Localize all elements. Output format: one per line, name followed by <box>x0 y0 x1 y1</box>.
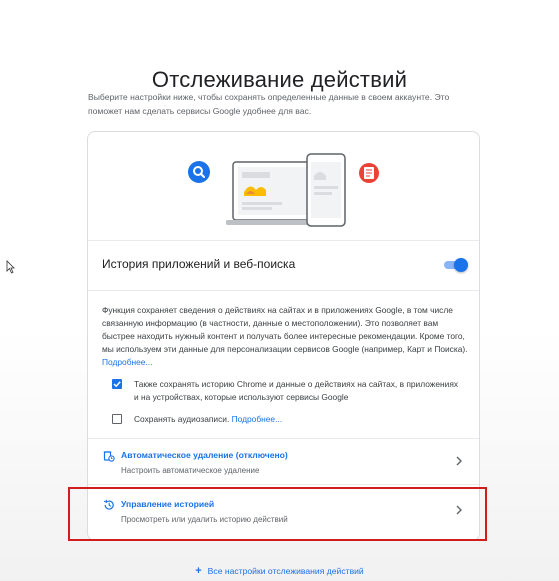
audio-more-link[interactable]: Подробнее... <box>232 414 282 424</box>
page-title: Отслеживание действий <box>151 66 408 92</box>
chrome-history-checkbox[interactable] <box>112 379 122 389</box>
activity-description-text: Функция сохраняет сведения о действиях н… <box>102 305 468 354</box>
auto-delete-icon <box>103 451 115 462</box>
check-icon <box>113 381 121 388</box>
audio-recordings-checkbox[interactable] <box>112 414 122 424</box>
all-activity-settings-label: Все настройки отслеживания действий <box>207 566 364 576</box>
activity-card: История приложений и веб-поиска Функция … <box>87 131 480 541</box>
chrome-history-label: Также сохранять историю Chrome и данные … <box>134 379 459 402</box>
divider <box>88 438 479 439</box>
auto-delete-subtitle: Настроить автоматическое удаление <box>121 466 260 475</box>
document-badge-icon <box>359 163 379 183</box>
toggle-knob <box>454 258 468 272</box>
auto-delete-title: Автоматическое удаление (отключено) <box>121 450 288 460</box>
plus-icon: + <box>195 565 202 577</box>
divider <box>88 484 479 485</box>
more-link[interactable]: Подробнее... <box>102 357 152 367</box>
mouse-cursor-icon <box>6 260 15 274</box>
web-app-activity-label: История приложений и веб-поиска <box>102 257 296 271</box>
phone-illustration <box>306 153 346 227</box>
all-activity-settings-link[interactable]: + Все настройки отслеживания действий <box>0 565 559 577</box>
web-app-activity-row[interactable]: История приложений и веб-поиска <box>88 240 479 291</box>
page-subtitle: Выберите настройки ниже, чтобы сохранять… <box>88 92 450 116</box>
activity-description: Функция сохраняет сведения о действиях н… <box>102 304 470 369</box>
chevron-right-icon <box>456 456 462 466</box>
auto-delete-row[interactable]: Автоматическое удаление (отключено) Наст… <box>88 445 479 487</box>
audio-recordings-text: Сохранять аудиозаписи. Подробнее... <box>134 413 464 426</box>
manage-history-highlight <box>68 487 487 541</box>
search-badge-icon <box>188 161 210 183</box>
hero-illustration <box>88 132 479 241</box>
web-app-activity-toggle[interactable] <box>442 258 468 272</box>
audio-recordings-label: Сохранять аудиозаписи. <box>134 414 230 424</box>
